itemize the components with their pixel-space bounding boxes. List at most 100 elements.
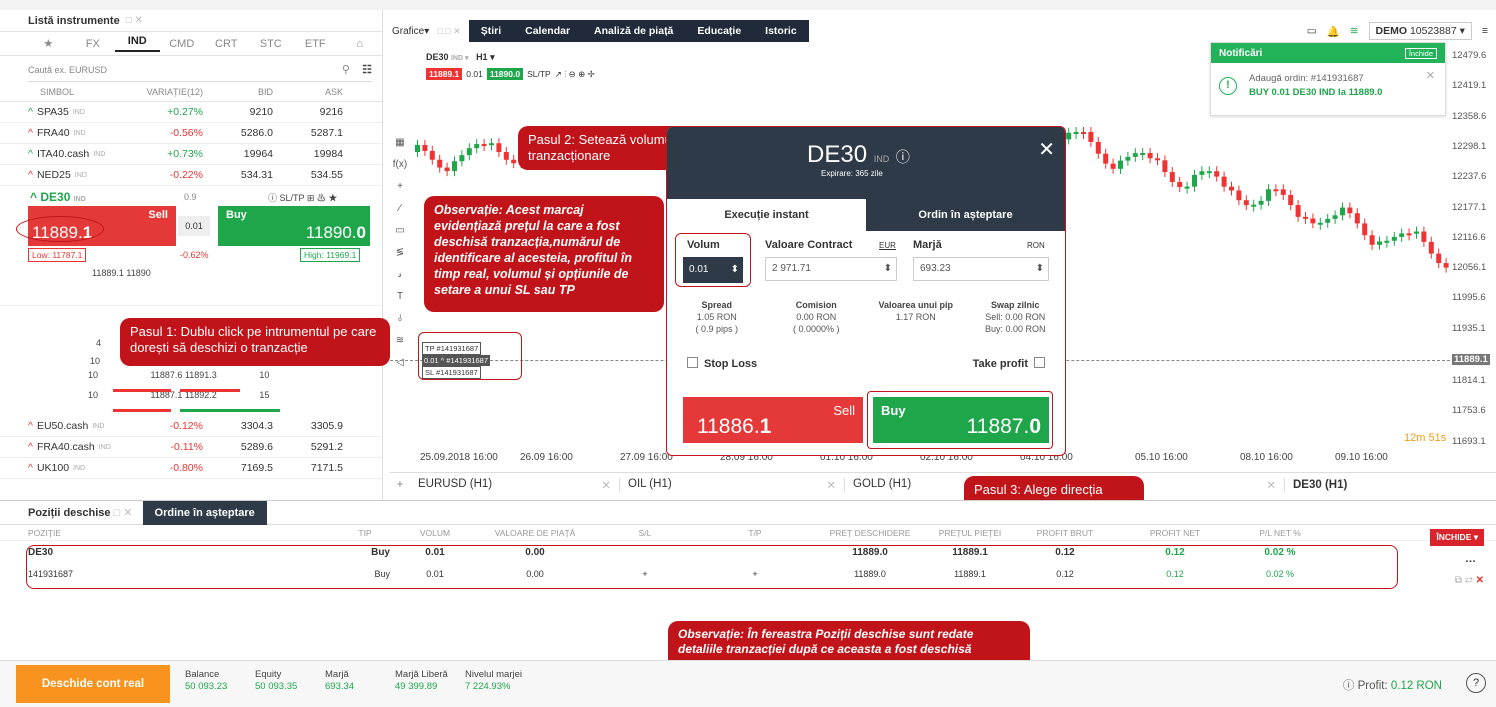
candle xyxy=(1206,171,1212,174)
open-real-account-button[interactable]: Deschide cont real xyxy=(16,665,170,703)
instrument-symbol[interactable]: ^ NED25 IND xyxy=(28,169,123,181)
instrument-bid[interactable]: 9210 xyxy=(203,106,273,118)
instrument-row[interactable]: ^ EU50.cash IND -0.12% 3304.3 3305.9 xyxy=(0,416,383,437)
instrument-ask[interactable]: 534.55 xyxy=(273,169,343,181)
volume-stepper[interactable]: 0.01 ⬍ xyxy=(683,257,743,283)
chart-buy-button[interactable]: 11890.0 xyxy=(486,68,524,80)
candle xyxy=(1273,189,1279,192)
instrument-row[interactable]: ^ SPA35 IND +0.27% 9210 9216 xyxy=(0,102,382,123)
stop-loss-checkbox[interactable]: Stop Loss xyxy=(687,357,757,370)
instrument-ask[interactable]: 7171.5 xyxy=(273,462,343,474)
account-selector[interactable]: DEMO 10523887 ▾ xyxy=(1368,22,1472,40)
instrument-row[interactable]: ^ FRA40.cash IND -0.11% 5289.6 5291.2 xyxy=(0,437,383,458)
instrument-ask[interactable]: 5291.2 xyxy=(273,441,343,453)
tab-charts[interactable]: Grafice▾ xyxy=(390,26,437,37)
tab-etf[interactable]: ETF xyxy=(293,38,338,50)
price-tick: 12298.1 xyxy=(1452,140,1487,152)
buy-button[interactable]: Buy 11890.0 xyxy=(218,206,370,246)
info-icon[interactable]: ⓘ xyxy=(896,149,910,165)
bell-icon[interactable]: 🔔 xyxy=(1327,25,1340,38)
instrument-bid[interactable]: 534.31 xyxy=(203,169,273,181)
tab-fx[interactable]: FX xyxy=(71,38,116,50)
positions-col: T/P xyxy=(748,527,762,538)
trade-info-cell: Spread 1.05 RON( 0.9 pips ) xyxy=(695,300,739,334)
instrument-bid[interactable]: 7169.5 xyxy=(203,462,273,474)
instrument-bid[interactable]: 19964 xyxy=(203,148,273,160)
close-all-button[interactable]: ÎNCHIDE ▾ xyxy=(1430,529,1484,546)
more-icon[interactable]: … xyxy=(1465,553,1476,565)
instrument-bid[interactable]: 3304.3 xyxy=(203,420,273,432)
instrument-symbol[interactable]: ^ FRA40.cash IND xyxy=(28,441,123,453)
help-icon[interactable]: ? xyxy=(1466,673,1486,693)
chart-sell-button[interactable]: 11889.1 xyxy=(426,68,463,80)
tab-pending-orders[interactable]: Ordine în așteptare xyxy=(142,500,267,525)
candle xyxy=(489,143,494,146)
instrument-ask[interactable]: 9216 xyxy=(273,106,343,118)
dialog-buy-button[interactable]: Buy 11887.0 xyxy=(873,397,1049,443)
instrument-ask[interactable]: 5287.1 xyxy=(273,127,343,139)
tab-history[interactable]: Istoric xyxy=(753,20,809,42)
chart-tab-eurusd[interactable]: EURUSD (H1) ✕ xyxy=(410,477,620,492)
instrument-bid[interactable]: 5286.0 xyxy=(203,127,273,139)
tab-education[interactable]: Educație xyxy=(685,20,754,42)
contract-currency[interactable]: EUR xyxy=(879,241,896,250)
search-icon[interactable]: ⚲ ☷ xyxy=(342,63,372,76)
instrument-symbol[interactable]: ^ ITA40.cash IND xyxy=(28,148,123,160)
notification-dismiss-icon[interactable]: ✕ xyxy=(1426,69,1435,82)
row-actions[interactable]: ⧉ ⇄ ✕ xyxy=(1455,575,1484,586)
instrument-symbol[interactable]: ^ UK100 IND xyxy=(28,462,123,474)
tab-pending[interactable]: Ordin în așteptare xyxy=(866,199,1065,231)
instrument-bid[interactable]: 5289.6 xyxy=(203,441,273,453)
tab-market-analysis[interactable]: Analiză de piață xyxy=(582,20,686,42)
instrument-list-title: Listă instrumente □ ✕ xyxy=(0,10,382,32)
search-input[interactable]: Caută ex. EURUSD xyxy=(28,65,107,75)
add-chart-icon[interactable]: + xyxy=(390,479,410,491)
instrument-row[interactable]: ^ UK100 IND -0.80% 7169.5 7171.5 xyxy=(0,458,383,479)
chart-tab-de30[interactable]: DE30 (H1) xyxy=(1285,479,1485,491)
chart-tab-oil[interactable]: OIL (H1) ✕ xyxy=(620,477,845,492)
tab-instant[interactable]: Execuție instant xyxy=(667,199,866,231)
chart-symbol[interactable]: DE30 IND ▾ H1 ▾ xyxy=(426,52,495,63)
chart-tools-icon[interactable]: ↗ ⫶ ⊖ ⊕ ✢ xyxy=(555,69,595,80)
tab-close-icon[interactable]: □ □ ✕ xyxy=(437,26,468,37)
tab-favorites[interactable]: ★ xyxy=(26,37,71,50)
sltp-toggle[interactable]: ⓘ SL/TP ⊞ ♨ ★ xyxy=(268,191,337,204)
instrument-symbol[interactable]: ^ FRA40 IND xyxy=(28,127,123,139)
search-box[interactable]: Caută ex. EURUSD ⚲ ☷ xyxy=(28,58,372,82)
instrument-row[interactable]: ^ NED25 IND -0.22% 534.31 534.55 xyxy=(0,165,382,186)
instrument-symbol[interactable]: ^ SPA35 IND xyxy=(28,106,123,118)
tab-news[interactable]: Știri xyxy=(468,20,514,42)
chart-volume[interactable]: 0.01 xyxy=(466,69,483,79)
selected-instrument[interactable]: ^ DE30 IND 0.9 ⓘ SL/TP ⊞ ♨ ★ Sell 11889.… xyxy=(0,186,382,306)
tab-calendar[interactable]: Calendar xyxy=(513,20,583,42)
close-icon[interactable]: ✕ xyxy=(1038,137,1055,162)
instrument-row[interactable]: ^ ITA40.cash IND +0.73% 19964 19984 xyxy=(0,144,382,165)
selected-symbol[interactable]: ^ DE30 IND xyxy=(30,190,86,204)
price-axis: 12479.6 12419.1 12358.6 12298.1 12237.6 12177… xyxy=(1452,42,1496,472)
margin-field[interactable]: 693.23 ⬍ xyxy=(913,257,1049,281)
candle xyxy=(444,167,450,172)
tab-stc[interactable]: STC xyxy=(249,38,294,50)
tab-ind[interactable]: IND xyxy=(115,35,160,52)
menu-icon[interactable]: ≡ xyxy=(1482,25,1488,37)
instrument-ask[interactable]: 19984 xyxy=(273,148,343,160)
instrument-ask[interactable]: 3305.9 xyxy=(273,420,343,432)
dialog-sell-button[interactable]: Sell 11886.1 xyxy=(683,397,863,443)
portfolio-icon[interactable]: ⌂ xyxy=(338,38,383,50)
instrument-symbol[interactable]: ^ EU50.cash IND xyxy=(28,420,123,432)
contract-field[interactable]: 2 971.71 ⬍ xyxy=(765,257,897,281)
take-profit-checkbox[interactable]: Take profit xyxy=(973,357,1045,370)
notification-close-button[interactable]: Închide xyxy=(1404,47,1437,59)
layout-icon[interactable]: ▭ xyxy=(1307,25,1317,37)
tab-cmd[interactable]: CMD xyxy=(160,38,205,50)
price-tick: 12358.6 xyxy=(1452,110,1487,122)
panel-close-icon[interactable]: □ ✕ xyxy=(126,15,143,26)
instrument-row[interactable]: ^ FRA40 IND -0.56% 5286.0 5287.1 xyxy=(0,123,382,144)
drawing-toolbar[interactable]: ▦ f(x) + ⁄ ▭ ≶ 𝓈 T ⫰ ≋ ◁ xyxy=(390,132,410,374)
tab-open-positions[interactable]: Poziții deschise □ ✕ xyxy=(0,506,143,519)
volume-field[interactable]: 0.01 xyxy=(178,216,210,236)
instrument-change: -0.56% xyxy=(169,127,203,139)
chart-sltp[interactable]: SL/TP xyxy=(527,69,551,79)
tab-crt[interactable]: CRT xyxy=(204,38,249,50)
candle xyxy=(1303,216,1308,219)
